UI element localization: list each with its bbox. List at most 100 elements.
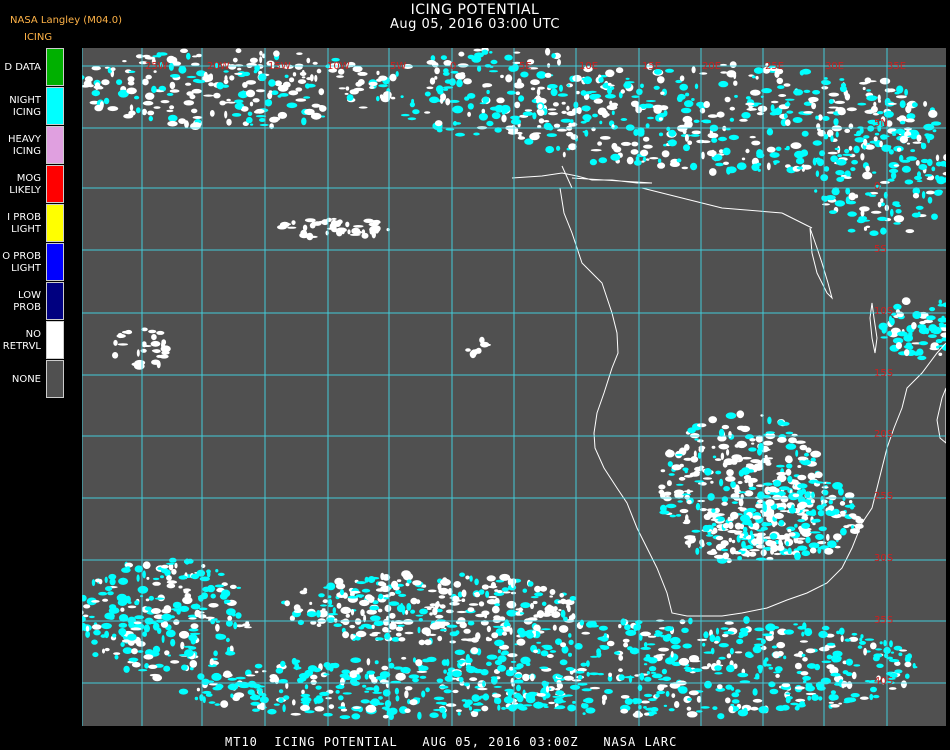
cloud-speck <box>821 660 832 664</box>
cloud-speck <box>643 663 648 666</box>
cloud-speck <box>749 438 756 442</box>
cloud-speck <box>369 615 381 621</box>
cloud-speck <box>539 666 549 670</box>
cloud-speck <box>213 650 218 657</box>
cloud-speck <box>891 131 898 134</box>
cloud-speck <box>209 110 215 117</box>
cloud-speck <box>766 162 771 171</box>
cloud-speck <box>775 673 780 678</box>
cloud-speck <box>404 686 413 691</box>
legend-item-label: LOW PROB <box>0 282 41 321</box>
latitude-label: 25S <box>874 491 893 502</box>
cloud-speck <box>647 635 657 638</box>
cloud-speck <box>737 480 743 485</box>
cloud-speck <box>95 578 101 583</box>
cloud-speck <box>620 118 628 121</box>
cloud-speck <box>227 683 239 691</box>
cloud-speck <box>446 100 451 105</box>
cloud-speck <box>530 79 540 86</box>
cloud-speck <box>488 595 497 599</box>
cloud-speck <box>911 212 921 218</box>
cloud-speck <box>731 501 739 504</box>
cloud-speck <box>141 108 147 116</box>
cloud-speck <box>904 179 914 185</box>
cloud-speck <box>227 677 237 681</box>
cloud-speck <box>510 118 522 125</box>
cloud-speck <box>205 616 215 619</box>
cloud-speck <box>726 166 731 175</box>
cloud-speck <box>463 78 472 85</box>
cloud-speck <box>469 575 473 582</box>
cloud-speck <box>556 682 563 690</box>
cloud-speck <box>904 661 912 668</box>
cloud-speck <box>302 224 308 231</box>
legend-label-line: NONE <box>11 373 41 385</box>
cloud-speck <box>107 106 119 112</box>
cloud-speck <box>824 547 834 555</box>
cloud-speck <box>316 623 322 627</box>
cloud-speck <box>259 123 269 127</box>
cloud-speck <box>679 83 688 91</box>
cloud-speck <box>561 101 566 105</box>
legend-item-label: MOG LIKELY <box>0 165 41 204</box>
cloud-speck <box>844 504 856 508</box>
cloud-speck <box>196 687 200 692</box>
cloud-speck <box>310 679 317 685</box>
cloud-speck <box>830 690 837 695</box>
cloud-speck <box>708 416 717 424</box>
cloud-speck <box>921 142 924 147</box>
cloud-speck <box>488 70 499 73</box>
cloud-speck <box>710 480 714 484</box>
cloud-speck <box>504 54 513 61</box>
cloud-speck <box>102 648 105 654</box>
cloud-speck <box>863 135 870 139</box>
cloud-speck <box>327 604 334 608</box>
cloud-speck <box>356 581 367 585</box>
cloud-speck <box>236 586 241 590</box>
cloud-speck <box>846 107 857 112</box>
cloud-speck <box>121 330 132 334</box>
cloud-speck <box>646 671 651 675</box>
cloud-speck <box>818 630 828 639</box>
cloud-speck <box>851 525 854 529</box>
cloud-speck <box>429 712 439 718</box>
cloud-speck <box>147 110 155 116</box>
cloud-speck <box>178 585 183 589</box>
cloud-speck <box>755 75 759 80</box>
cloud-speck <box>703 101 710 108</box>
cloud-speck <box>259 56 263 64</box>
cloud-speck <box>291 220 296 226</box>
cloud-speck <box>905 118 915 123</box>
cloud-speck <box>896 311 904 318</box>
cloud-speck <box>554 697 564 704</box>
cloud-speck <box>741 112 751 119</box>
cloud-speck <box>866 89 871 92</box>
cloud-speck <box>292 72 297 77</box>
cloud-speck <box>556 52 560 56</box>
cloud-speck <box>854 523 864 529</box>
cloud-speck <box>434 67 440 75</box>
cloud-speck <box>249 694 261 701</box>
cloud-speck <box>707 493 715 501</box>
cloud-speck <box>568 652 572 657</box>
cloud-speck <box>208 603 219 608</box>
longitude-label: 25W <box>145 61 168 72</box>
longitude-label: 10E <box>579 61 598 72</box>
cloud-speck <box>818 526 827 532</box>
cloud-speck <box>443 689 452 694</box>
longitude-label: 30E <box>825 61 844 72</box>
cloud-speck <box>863 226 868 231</box>
cloud-speck <box>879 77 891 85</box>
cloud-speck <box>894 204 901 208</box>
cloud-speck <box>366 658 371 666</box>
cloud-speck <box>384 594 391 598</box>
cloud-speck <box>831 656 842 663</box>
cloud-speck <box>569 684 581 690</box>
cloud-speck <box>486 654 498 660</box>
cloud-speck <box>776 641 786 649</box>
cloud-speck <box>904 88 908 96</box>
cloud-speck <box>589 686 601 690</box>
legend-swatch <box>46 360 64 398</box>
cloud-speck <box>222 673 233 678</box>
cloud-speck <box>507 692 512 698</box>
